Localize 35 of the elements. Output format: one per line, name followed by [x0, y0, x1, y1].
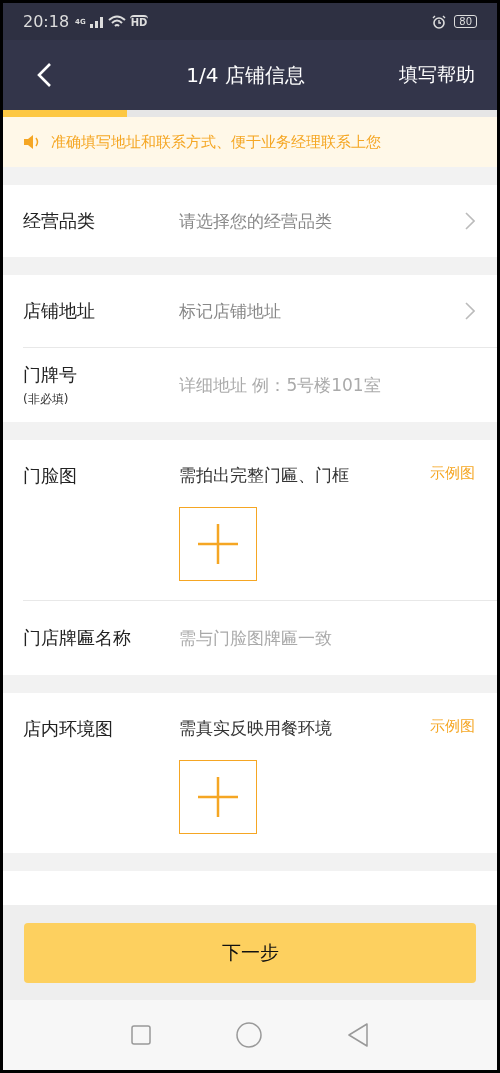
signal-icon [89, 15, 104, 28]
wifi-icon [107, 14, 126, 29]
alarm-icon [432, 14, 447, 29]
field-label: 店铺地址 [23, 299, 96, 323]
field-label: 门牌号 [23, 362, 78, 387]
field-label: 店内环境图 [23, 717, 114, 741]
notice-text: 准确填写地址和联系方式、便于业务经理联系上您 [51, 132, 381, 152]
field-label: 门店牌匾名称 [23, 626, 132, 650]
select-row[interactable]: 经营品类 请选择您的经营品类 [3, 185, 497, 257]
home-icon[interactable] [236, 1022, 262, 1048]
select-row[interactable]: 店铺地址 标记店铺地址 [3, 275, 497, 347]
optional-note: (非必填) [23, 390, 70, 408]
hd-label: HD [129, 15, 149, 28]
input-field[interactable]: 需与门脸图牌匾一致 [179, 628, 475, 648]
field-label: 门脸图 [23, 464, 78, 488]
chevron-icon [465, 302, 475, 320]
input-field[interactable]: 详细地址 例：5号楼101室 [179, 375, 475, 395]
back-triangle-icon[interactable] [347, 1023, 370, 1047]
plus-icon [198, 777, 238, 817]
next-button[interactable]: 下一步 [24, 922, 476, 983]
help-link[interactable]: 填写帮助 [399, 62, 475, 88]
select-placeholder: 标记店铺地址 [179, 299, 282, 323]
plus-icon [198, 524, 238, 564]
add-photo-button[interactable] [179, 760, 257, 834]
photo-hint: 需拍出完整门匾、门框 [179, 464, 349, 487]
battery-indicator: 80 [454, 15, 477, 28]
photo-hint: 需真实反映用餐环境 [179, 717, 332, 740]
recents-icon[interactable] [130, 1025, 151, 1045]
status-time: 20:18 [23, 12, 70, 31]
back-icon[interactable] [36, 62, 52, 88]
add-photo-button[interactable] [179, 507, 257, 581]
chevron-icon [465, 212, 475, 230]
page-title: 1/4 店铺信息 [185, 61, 306, 89]
select-placeholder: 请选择您的经营品类 [179, 209, 333, 233]
field-label: 经营品类 [23, 209, 96, 233]
